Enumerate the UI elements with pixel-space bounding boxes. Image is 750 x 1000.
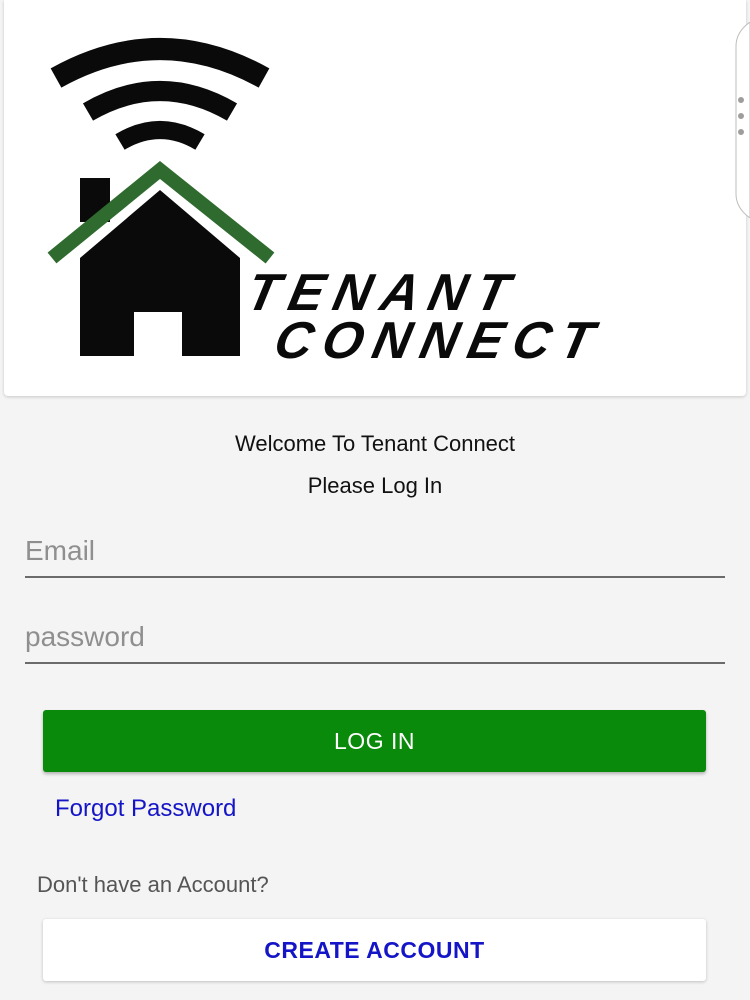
create-account-button[interactable]: CREATE ACCOUNT <box>43 919 706 981</box>
edge-panel-handle[interactable] <box>732 22 750 218</box>
logo-wordmark: TENANT CONNECT <box>242 264 609 370</box>
password-input[interactable] <box>25 612 725 664</box>
welcome-title: Welcome To Tenant Connect <box>234 431 516 456</box>
tenant-connect-logo: TENANT CONNECT <box>47 38 609 370</box>
email-input[interactable] <box>25 526 725 578</box>
forgot-password-link[interactable]: Forgot Password <box>55 795 236 823</box>
login-subtitle: Please Log In <box>307 473 443 498</box>
no-account-prompt: Don't have an Account? <box>37 872 269 897</box>
svg-text:CONNECT: CONNECT <box>269 312 608 370</box>
login-screen: TENANT CONNECT Welcome To Tenant Connect… <box>0 0 750 1000</box>
house-icon <box>47 161 275 356</box>
login-button[interactable]: LOG IN <box>43 710 706 772</box>
logo-card: TENANT CONNECT <box>4 0 746 396</box>
wifi-signal-icon <box>50 38 270 150</box>
